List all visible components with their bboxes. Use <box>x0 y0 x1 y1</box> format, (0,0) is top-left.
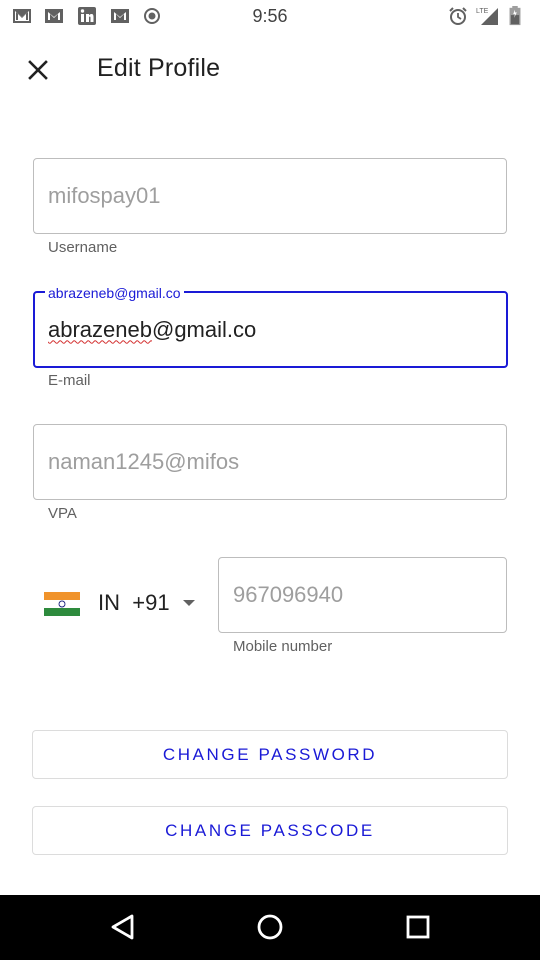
email-float-label: abrazeneb@gmail.co <box>45 285 184 301</box>
vpa-helper: VPA <box>48 505 77 522</box>
close-icon[interactable] <box>20 52 56 88</box>
gmail-icon <box>13 9 31 23</box>
navigation-bar <box>0 895 540 960</box>
mobile-number-field[interactable]: 967096940 <box>218 557 507 633</box>
change-passcode-button[interactable]: CHANGE PASSCODE <box>32 806 508 855</box>
linkedin-icon <box>78 7 96 25</box>
chevron-down-icon[interactable] <box>182 598 196 608</box>
vpa-field[interactable]: naman1245@mifos <box>33 424 507 500</box>
dial-code: +91 <box>132 590 170 615</box>
mobile-number-helper: Mobile number <box>233 638 333 655</box>
username-field[interactable]: mifospay01 <box>33 158 507 234</box>
svg-text:LTE: LTE <box>476 8 489 15</box>
page-title: Edit Profile <box>97 54 221 82</box>
radio-icon <box>144 8 160 24</box>
status-time: 9:56 <box>252 6 288 26</box>
email-value: abrazeneb @gmail.co <box>48 316 257 342</box>
email-helper: E-mail <box>48 372 91 389</box>
username-value: mifospay01 <box>48 183 161 208</box>
country-code: IN <box>98 590 120 615</box>
status-bar: 9:56 LTE <box>0 0 540 32</box>
username-helper: Username <box>48 239 118 256</box>
vpa-value: naman1245@mifos <box>48 449 240 474</box>
back-icon[interactable] <box>103 907 143 947</box>
home-icon[interactable] <box>250 907 290 947</box>
country-code-selector[interactable]: IN +91 <box>98 590 170 616</box>
change-password-button[interactable]: CHANGE PASSWORD <box>32 730 508 779</box>
gmail-icon <box>111 9 129 23</box>
mobile-number-value: 967096940 <box>233 582 344 607</box>
lte-signal-icon: LTE <box>476 8 498 25</box>
india-flag-icon[interactable] <box>44 592 80 616</box>
email-field[interactable]: abrazeneb @gmail.co <box>33 291 508 368</box>
gmail-icon <box>45 9 63 23</box>
email-misspelled-part: abrazeneb <box>48 316 152 342</box>
battery-icon <box>509 6 521 26</box>
recents-icon[interactable] <box>398 907 438 947</box>
alarm-icon <box>449 7 467 25</box>
